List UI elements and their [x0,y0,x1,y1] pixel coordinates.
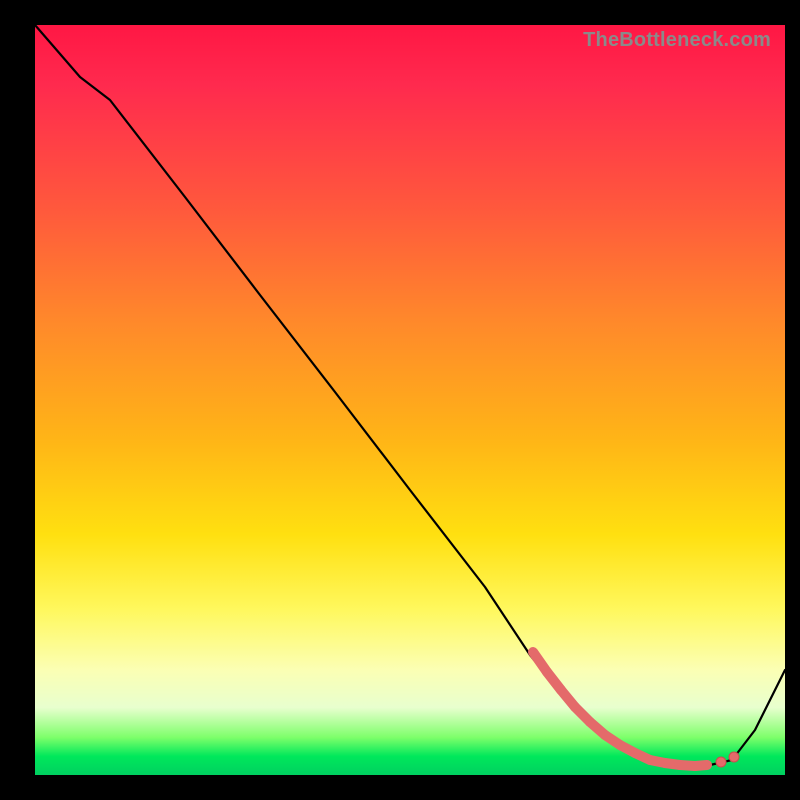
plot-area: TheBottleneck.com [35,25,785,775]
optimal-zone-markers [533,652,739,767]
chart-frame: TheBottleneck.com [0,0,800,800]
curve-layer [35,25,785,775]
bottleneck-curve [35,25,785,766]
